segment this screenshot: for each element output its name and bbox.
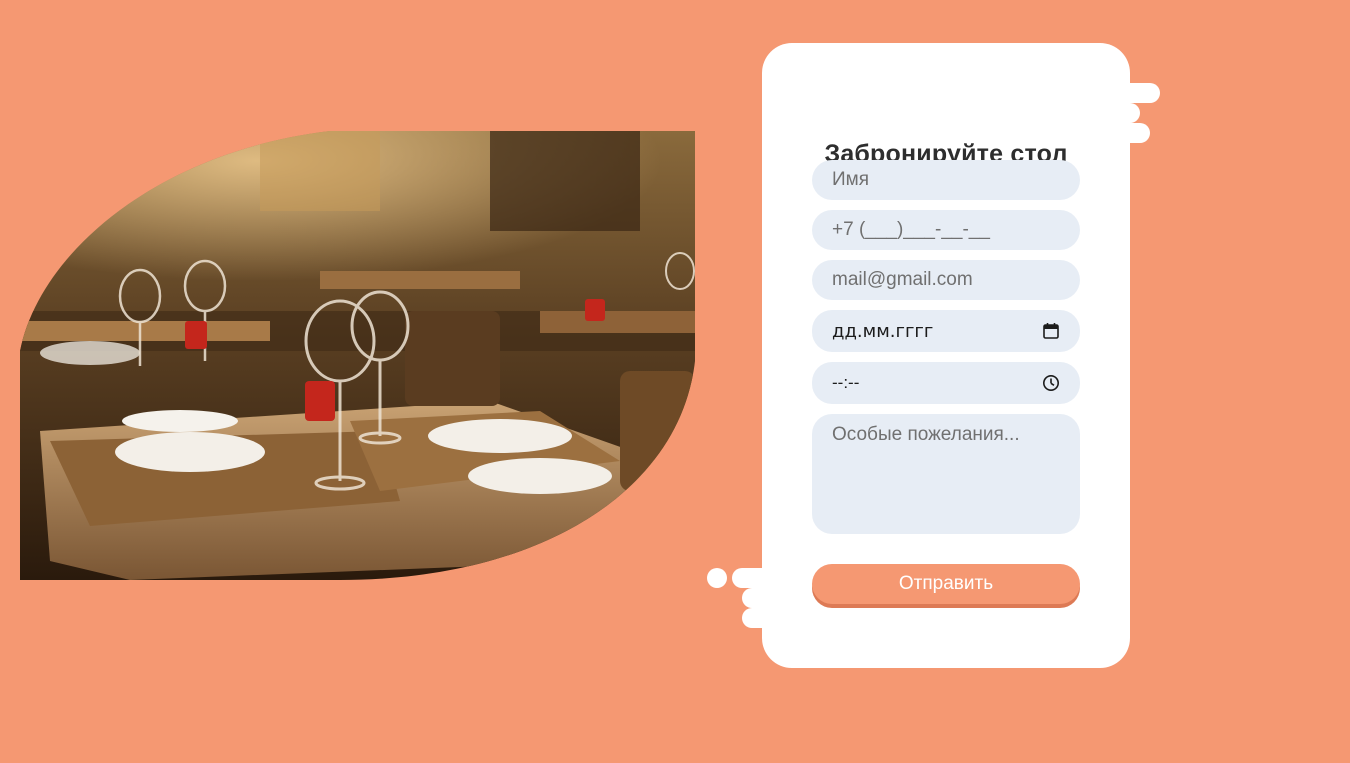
booking-card: Забронируйте стол Имя +7 (___)___-__-__ … <box>762 43 1130 668</box>
name-field[interactable]: Имя <box>812 160 1080 200</box>
name-placeholder: Имя <box>832 169 870 190</box>
wishes-textarea[interactable]: Особые пожелания... <box>812 414 1080 534</box>
page: Забронируйте стол Имя +7 (___)___-__-__ … <box>0 0 1350 763</box>
phone-field[interactable]: +7 (___)___-__-__ <box>812 210 1080 250</box>
email-placeholder: mail@gmail.com <box>832 269 973 290</box>
time-placeholder: --:-- <box>832 373 860 392</box>
clock-icon[interactable] <box>1042 374 1060 392</box>
restaurant-photo <box>20 131 695 580</box>
decor-dot <box>707 568 727 588</box>
submit-button[interactable]: Отправить <box>812 564 1080 604</box>
email-field[interactable]: mail@gmail.com <box>812 260 1080 300</box>
date-placeholder: дд.мм.гггг <box>832 320 934 342</box>
date-field[interactable]: дд.мм.гггг <box>812 310 1080 352</box>
time-field[interactable]: --:-- <box>812 362 1080 404</box>
wishes-placeholder: Особые пожелания... <box>832 424 1020 445</box>
calendar-icon[interactable] <box>1042 322 1060 340</box>
phone-placeholder: +7 (___)___-__-__ <box>832 219 990 240</box>
